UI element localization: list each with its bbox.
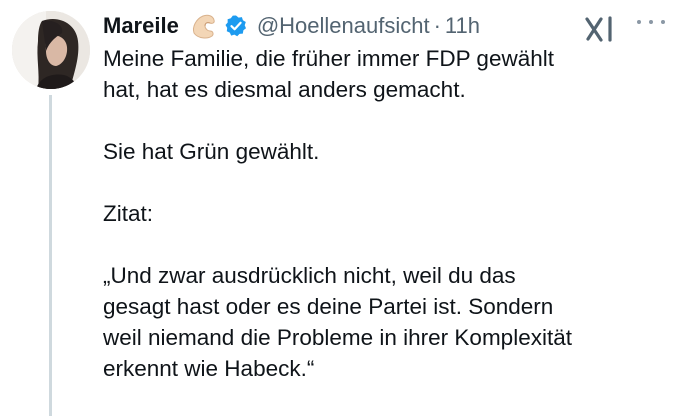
verified-badge-icon[interactable] <box>224 14 248 38</box>
tweet-header: Mareile @Hoellenaufsicht · 11h <box>103 9 480 43</box>
tweet-text-line: Meine Familie, die früher immer FDP gewä… <box>103 46 554 71</box>
timestamp[interactable]: 11h <box>445 13 480 39</box>
tweet-text-line: weil niemand die Probleme in ihrer Kompl… <box>103 325 572 350</box>
pinching-hand-emoji-icon <box>188 11 218 41</box>
tweet-text-line: gesagt hast oder es deine Partei ist. So… <box>103 294 554 319</box>
tweet-text-line: „Und zwar ausdrücklich nicht, weil du da… <box>103 263 516 288</box>
display-name[interactable]: Mareile <box>103 13 179 39</box>
tweet-text: Meine Familie, die früher immer FDP gewä… <box>103 43 673 384</box>
more-dot <box>661 20 665 24</box>
avatar[interactable] <box>12 11 90 89</box>
tweet-text-line: Sie hat Grün gewählt. <box>103 139 320 164</box>
separator-dot: · <box>433 13 441 38</box>
user-handle[interactable]: @Hoellenaufsicht <box>257 13 430 39</box>
more-dot <box>637 20 641 24</box>
tweet-text-line: hat, hat es diesmal anders gemacht. <box>103 77 466 102</box>
more-options-icon[interactable] <box>637 14 665 30</box>
more-dot <box>649 20 653 24</box>
tweet-text-line: erkennt wie Habeck.“ <box>103 356 315 381</box>
thread-line <box>49 95 52 416</box>
tweet-text-line: Zitat: <box>103 201 154 226</box>
avatar-photo <box>12 11 90 89</box>
